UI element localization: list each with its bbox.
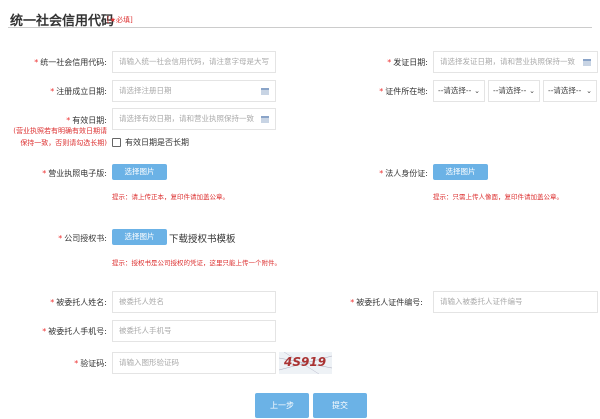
captcha-label: * 验证码: [74,358,107,369]
reg-date-label: * 注册成立日期: [50,86,107,97]
valid-date-input[interactable]: 请选择有效日期，请和营业执照保持一致 [112,108,276,130]
label-text: 有效日期: [72,116,107,125]
agent-name-input[interactable]: 被委托人姓名 [112,291,276,313]
required-star: * [42,169,47,178]
required-note: [★必填] [107,16,133,24]
authorization-label: * 公司授权书: [58,233,107,244]
agent-id-input[interactable]: 请输入被委托人证件编号 [433,291,598,313]
license-label: * 营业执照电子版: [42,168,107,179]
credit-code-input[interactable]: 请输入统一社会信用代码，请注意字母是大写 [112,51,276,73]
province-select[interactable]: --请选择-- ⌄ [433,80,485,102]
label-text: 发证日期: [393,58,428,67]
placeholder: 请选择发证日期，请和营业执照保持一致 [440,57,575,66]
legal-id-hint: 提示：只需上传人像面，复印件请加盖公章。 [433,193,563,201]
agent-name-label: * 被委托人姓名: [50,297,107,308]
agent-phone-input[interactable]: 被委托人手机号 [112,320,276,342]
location-label: * 证件所在地: [379,86,428,97]
required-star: * [379,169,384,178]
agent-id-label: * 被委托人证件编号: [350,297,423,308]
chevron-down-icon: ⌄ [529,87,535,95]
placeholder: 请选择注册日期 [119,86,172,95]
label-text: 被委托人证件编号: [356,298,423,307]
calendar-icon[interactable] [261,88,269,95]
captcha-input[interactable]: 请输入图形验证码 [112,352,276,374]
legal-id-label: * 法人身份证: [379,168,428,179]
issue-date-input[interactable]: 请选择发证日期，请和营业执照保持一致 [433,51,598,73]
label-text: 被委托人手机号: [48,327,107,336]
submit-button[interactable]: 提交 [313,393,367,418]
label-text: 证件所在地: [385,87,428,96]
required-star: * [34,58,39,67]
download-template-link[interactable]: 下载授权书模板 [169,231,236,245]
valid-date-note: (营业执照若有明确有效日期请保持一致，否则请勾选长期) [13,125,107,149]
chevron-down-icon: ⌄ [474,87,480,95]
district-select[interactable]: --请选择-- ⌄ [543,80,597,102]
required-star: * [379,87,384,96]
calendar-icon[interactable] [583,59,591,66]
required-star: * [42,327,47,336]
note-line: (营业执照若有明确有效日期请 [13,127,107,135]
authorization-hint: 提示：授权书是公司授权的凭证，这里只能上传一个附件。 [112,259,281,267]
required-star: * [50,298,55,307]
label-text: 统一社会信用代码: [40,58,107,67]
required-star: * [350,298,355,307]
label-text: 法人身份证: [385,169,428,178]
select-value: --请选择-- [438,86,472,95]
placeholder: 请选择有效日期，请和营业执照保持一致 [119,114,254,123]
label-text: 营业执照电子版: [48,169,107,178]
chevron-down-icon: ⌄ [586,87,592,95]
prev-step-button[interactable]: 上一步 [255,393,309,418]
calendar-icon[interactable] [261,116,269,123]
label-text: 注册成立日期: [56,87,107,96]
label-text: 公司授权书: [64,234,107,243]
long-term-checkbox[interactable] [112,138,121,147]
select-value: --请选择-- [493,86,527,95]
agent-phone-label: * 被委托人手机号: [42,326,107,337]
authorization-upload-button[interactable]: 选择图片 [112,229,167,245]
note-line: 保持一致，否则请勾选长期) [20,139,107,147]
long-term-label: 有效日期是否长期 [125,138,189,147]
license-upload-button[interactable]: 选择图片 [112,164,167,180]
captcha-image[interactable]: 4S919 [279,352,332,374]
captcha-text: 4S919 [284,355,327,369]
required-star: * [66,116,71,125]
issue-date-label: * 发证日期: [387,57,428,68]
select-value: --请选择-- [548,86,582,95]
required-star: * [74,359,79,368]
legal-id-upload-button[interactable]: 选择图片 [433,164,488,180]
label-text: 验证码: [80,359,107,368]
license-hint: 提示：请上传正本，复印件请加盖公章。 [112,193,229,201]
reg-date-input[interactable]: 请选择注册日期 [112,80,276,102]
title-divider [8,27,592,28]
label-text: 被委托人姓名: [56,298,107,307]
required-star: * [50,87,55,96]
required-star: * [387,58,392,67]
city-select[interactable]: --请选择-- ⌄ [488,80,540,102]
required-star: * [58,234,63,243]
credit-code-label: * 统一社会信用代码: [34,57,107,68]
